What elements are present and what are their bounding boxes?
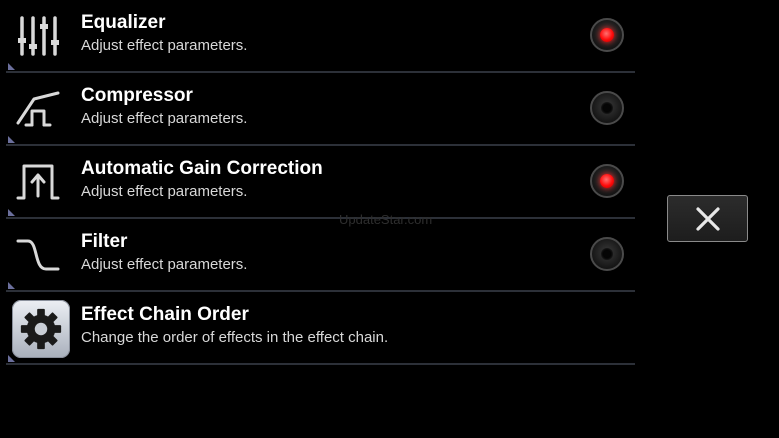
effect-description: Adjust effect parameters. <box>81 110 248 127</box>
chain-order-description: Change the order of effects in the effec… <box>81 329 389 346</box>
effect-toggle-compressor[interactable] <box>590 91 624 125</box>
effect-description: Adjust effect parameters. <box>81 183 248 200</box>
effect-row-automatic-gain-correction[interactable]: Automatic Gain Correction Adjust effect … <box>6 146 635 219</box>
effect-description: Adjust effect parameters. <box>81 256 248 273</box>
led-indicator <box>600 174 614 188</box>
effect-title: Equalizer <box>81 12 166 33</box>
led-indicator <box>600 28 614 42</box>
effect-row-equalizer[interactable]: Equalizer Adjust effect parameters. <box>6 0 635 73</box>
equalizer-icon <box>14 12 62 60</box>
watermark: UpdateStar.com <box>339 212 433 227</box>
filter-icon <box>14 231 62 279</box>
effect-title: Filter <box>81 231 128 252</box>
led-indicator <box>601 248 613 260</box>
effect-chain-order-row[interactable]: Effect Chain Order Change the order of e… <box>6 292 635 365</box>
corner-marker <box>8 63 15 70</box>
led-indicator <box>601 102 613 114</box>
effect-title: Automatic Gain Correction <box>81 158 323 179</box>
effects-list: Equalizer Adjust effect parameters. Comp… <box>6 0 635 365</box>
corner-marker <box>8 355 15 362</box>
effect-row-filter[interactable]: Filter Adjust effect parameters. <box>6 219 635 292</box>
effect-toggle-filter[interactable] <box>590 237 624 271</box>
effect-row-compressor[interactable]: Compressor Adjust effect parameters. <box>6 73 635 146</box>
gain-correction-icon <box>14 158 62 206</box>
chain-order-title: Effect Chain Order <box>81 304 249 325</box>
effect-description: Adjust effect parameters. <box>81 37 248 54</box>
effect-toggle-equalizer[interactable] <box>590 18 624 52</box>
gear-icon <box>12 300 70 358</box>
close-icon <box>696 207 720 231</box>
close-button[interactable] <box>667 195 748 242</box>
compressor-icon <box>14 85 62 133</box>
effect-title: Compressor <box>81 85 193 106</box>
effect-toggle-automatic-gain-correction[interactable] <box>590 164 624 198</box>
corner-marker <box>8 209 15 216</box>
corner-marker <box>8 136 15 143</box>
corner-marker <box>8 282 15 289</box>
